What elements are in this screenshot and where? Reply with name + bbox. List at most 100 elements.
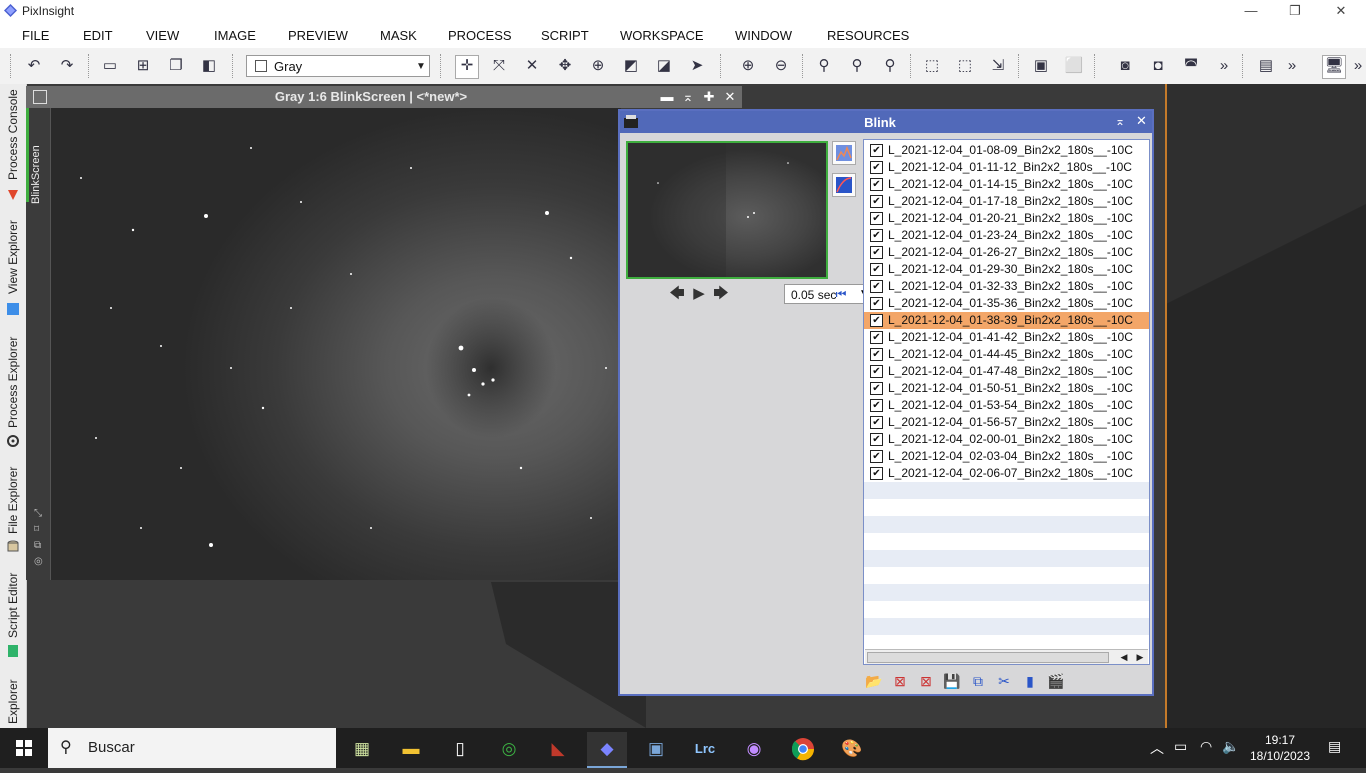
- image-canvas[interactable]: [51, 108, 621, 580]
- tab-process-console[interactable]: Process Console: [0, 84, 26, 210]
- checkbox[interactable]: ✔: [870, 365, 883, 378]
- play-icon[interactable]: ▶: [690, 285, 708, 303]
- image-window-titlebar[interactable]: Gray 1:6 BlinkScreen | <*new*> ▬ ⌅ ✚ ✕: [26, 86, 742, 108]
- graph-app-icon[interactable]: ◣: [538, 732, 578, 766]
- menu-preview[interactable]: PREVIEW: [288, 28, 348, 43]
- edit-mask-icon[interactable]: ◘: [1148, 56, 1168, 76]
- tab-process-explorer[interactable]: Process Explorer: [0, 324, 26, 454]
- tab-explorer[interactable]: Explorer: [0, 668, 26, 728]
- list-item[interactable]: ✔ L_2021-12-04_01-50-51_Bin2x2_180s__-10C: [864, 380, 1149, 397]
- copy-icon[interactable]: ⧉: [34, 540, 41, 551]
- statistics-icon[interactable]: ▮: [1020, 671, 1040, 691]
- tab-view-explorer[interactable]: View Explorer: [0, 212, 26, 322]
- stellarium-app-icon[interactable]: ▣: [636, 732, 676, 766]
- blink-titlebar[interactable]: Blink ⌅ ✕: [620, 111, 1152, 133]
- checkbox[interactable]: ✔: [870, 399, 883, 412]
- toolbar-overflow-icon[interactable]: »: [1348, 56, 1366, 76]
- list-item[interactable]: ✔ L_2021-12-04_02-06-07_Bin2x2_180s__-10C: [864, 465, 1149, 482]
- close-button[interactable]: ✕: [1318, 0, 1364, 22]
- zoom-out-icon[interactable]: ⊖: [771, 56, 791, 76]
- duplicate-image-icon[interactable]: ❐: [166, 56, 186, 76]
- list-item[interactable]: ✔ L_2021-12-04_02-03-04_Bin2x2_180s__-10C: [864, 448, 1149, 465]
- horizontal-scrollbar[interactable]: ◀ ▶: [865, 649, 1148, 664]
- checkbox[interactable]: ✔: [870, 297, 883, 310]
- save-icon[interactable]: 💾: [942, 671, 962, 691]
- scrollbar-thumb[interactable]: [867, 652, 1109, 663]
- menu-workspace[interactable]: WORKSPACE: [620, 28, 704, 43]
- new-preview-icon[interactable]: ⬚: [955, 56, 975, 76]
- zoom-icon[interactable]: ⚲: [814, 56, 834, 76]
- checkbox[interactable]: ✔: [870, 450, 883, 463]
- preview-to-image-icon[interactable]: ⇲: [988, 56, 1008, 76]
- volume-icon[interactable]: 🔈: [1222, 738, 1239, 755]
- workspace-icon[interactable]: 🖥: [1322, 55, 1346, 79]
- target-icon[interactable]: ◎: [34, 556, 43, 567]
- checkbox[interactable]: ✔: [870, 280, 883, 293]
- close-unselected-icon[interactable]: ⊠: [916, 671, 936, 691]
- new-image-icon[interactable]: ⊞: [133, 56, 153, 76]
- pointer-icon[interactable]: ➤: [687, 56, 707, 76]
- add-mask-icon[interactable]: ◙: [1115, 56, 1135, 76]
- wifi-icon[interactable]: ◠: [1200, 738, 1212, 755]
- redo-icon[interactable]: ↷: [57, 56, 77, 76]
- notepad-app-icon[interactable]: ▯: [440, 732, 480, 766]
- list-item[interactable]: ✔ L_2021-12-04_01-41-42_Bin2x2_180s__-10C: [864, 329, 1149, 346]
- file-list[interactable]: ✔ L_2021-12-04_01-08-09_Bin2x2_180s__-10C…: [863, 139, 1150, 665]
- paint-app-icon[interactable]: 🎨: [832, 732, 872, 766]
- crop-icon[interactable]: ✂: [994, 671, 1014, 691]
- toolbar-overflow-icon[interactable]: »: [1214, 56, 1234, 76]
- chevron-up-icon[interactable]: ︿: [1150, 738, 1164, 758]
- checkbox[interactable]: ✔: [870, 229, 883, 242]
- copy-to-icon[interactable]: ⧉: [968, 671, 988, 691]
- zoom-minus-icon[interactable]: ⚲: [880, 56, 900, 76]
- colorspace-select[interactable]: Gray ▼: [246, 55, 430, 77]
- menu-resources[interactable]: RESOURCES: [827, 28, 909, 43]
- open-folder-icon[interactable]: 📂: [864, 671, 884, 691]
- minimize-button[interactable]: —: [1228, 0, 1274, 22]
- readout-icon[interactable]: ◩: [621, 56, 641, 76]
- checkbox[interactable]: ✔: [870, 178, 883, 191]
- list-item[interactable]: ✔ L_2021-12-04_02-00-01_Bin2x2_180s__-10C: [864, 431, 1149, 448]
- edit-preview-icon[interactable]: ◪: [654, 56, 674, 76]
- checkbox[interactable]: ✔: [870, 433, 883, 446]
- checkbox[interactable]: ✔: [870, 314, 883, 327]
- list-item[interactable]: ✔ L_2021-12-04_01-38-39_Bin2x2_180s__-10C: [864, 312, 1149, 329]
- scroll-left-icon[interactable]: ◀: [1117, 650, 1131, 664]
- checkbox[interactable]: ✔: [870, 144, 883, 157]
- menu-view[interactable]: VIEW: [146, 28, 179, 43]
- previous-icon[interactable]: 🡄: [668, 285, 686, 303]
- rewind-icon[interactable]: ⏮: [832, 285, 850, 303]
- list-item[interactable]: ✔ L_2021-12-04_01-56-57_Bin2x2_180s__-10C: [864, 414, 1149, 431]
- list-item[interactable]: ✔ L_2021-12-04_01-14-15_Bin2x2_180s__-10C: [864, 176, 1149, 193]
- list-item[interactable]: ✔ L_2021-12-04_01-29-30_Bin2x2_180s__-10C: [864, 261, 1149, 278]
- rename-view-icon[interactable]: ▭: [100, 56, 120, 76]
- toolbar-overflow-icon[interactable]: »: [1282, 56, 1302, 76]
- menu-process[interactable]: PROCESS: [448, 28, 512, 43]
- notifications-icon[interactable]: ▤: [1328, 738, 1341, 755]
- checkbox[interactable]: ✔: [870, 246, 883, 259]
- zoom-in-icon[interactable]: ⊕: [738, 56, 758, 76]
- panel-icon[interactable]: ▤: [1256, 56, 1276, 76]
- list-item[interactable]: ✔ L_2021-12-04_01-53-54_Bin2x2_180s__-10C: [864, 397, 1149, 414]
- tab-file-explorer[interactable]: File Explorer: [0, 456, 26, 564]
- checkbox[interactable]: ✔: [870, 263, 883, 276]
- zoom-plus-icon[interactable]: ⚲: [847, 56, 867, 76]
- restore-button[interactable]: ❐: [1272, 0, 1318, 22]
- select-preview-icon[interactable]: ⬚: [922, 56, 942, 76]
- zoom-1to1-icon[interactable]: ✕: [522, 56, 542, 76]
- next-icon[interactable]: 🡆: [712, 285, 730, 303]
- start-button[interactable]: [0, 728, 48, 768]
- fit-window-icon[interactable]: ⬜: [1064, 56, 1084, 76]
- list-item[interactable]: ✔ L_2021-12-04_01-11-12_Bin2x2_180s__-10C: [864, 159, 1149, 176]
- checkbox[interactable]: ✔: [870, 382, 883, 395]
- checkbox[interactable]: ✔: [870, 331, 883, 344]
- menu-edit[interactable]: EDIT: [83, 28, 113, 43]
- menu-file[interactable]: FILE: [22, 28, 49, 43]
- taskbar-search[interactable]: ⚲ Buscar: [48, 728, 336, 768]
- link-icon[interactable]: ⌑: [34, 524, 39, 535]
- list-item[interactable]: ✔ L_2021-12-04_01-47-48_Bin2x2_180s__-10C: [864, 363, 1149, 380]
- checkbox[interactable]: ✔: [870, 467, 883, 480]
- pin-icon[interactable]: ⤡: [34, 508, 42, 519]
- list-item[interactable]: ✔ L_2021-12-04_01-32-33_Bin2x2_180s__-10C: [864, 278, 1149, 295]
- menu-image[interactable]: IMAGE: [214, 28, 256, 43]
